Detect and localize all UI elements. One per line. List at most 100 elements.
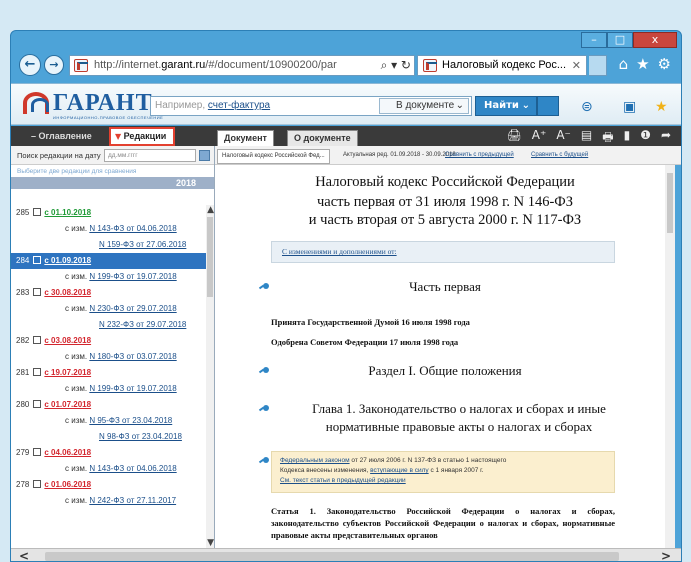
browser-tab-active[interactable]: Налоговый кодекс Рос... ✕ xyxy=(417,55,587,76)
change-link[interactable]: N 159-ФЗ от 27.06.2018 xyxy=(99,240,186,249)
edition-checkbox[interactable] xyxy=(33,480,42,488)
find-button[interactable]: Найти ⌄ xyxy=(475,96,537,116)
edition-number: 282 xyxy=(16,336,30,345)
find-chevron-icon: ⌄ xyxy=(521,100,530,111)
close-window-button[interactable]: x xyxy=(633,32,677,48)
edition-change: с изм. N 143-ФЗ от 04.06.2018 xyxy=(11,461,207,477)
edition-item[interactable]: 285 с 01.10.2018 xyxy=(11,205,207,221)
tab-document[interactable]: Документ xyxy=(217,130,274,146)
edition-checkbox[interactable] xyxy=(33,208,42,216)
chat-icon[interactable]: ▣ xyxy=(623,99,636,115)
logo-text: ГАРАНТ xyxy=(53,90,153,116)
edition-date[interactable]: с 01.07.2018 xyxy=(44,400,91,409)
change-link[interactable]: N 199-ФЗ от 19.07.2018 xyxy=(89,384,176,393)
subtab-document-name[interactable]: Налоговый кодекс Российской Фед... xyxy=(217,149,330,164)
edition-item-selected[interactable]: 284 с 01.09.2018 xyxy=(11,253,207,269)
favorite-star-icon[interactable]: ★ xyxy=(655,99,668,115)
minimize-button[interactable]: – xyxy=(581,32,607,48)
edition-date[interactable]: с 03.08.2018 xyxy=(44,336,91,345)
approved-text: Одобрена Советом Федерации 17 июля 1998 … xyxy=(271,337,459,347)
forward-button[interactable]: → xyxy=(44,55,64,75)
edition-date[interactable]: с 01.09.2018 xyxy=(44,256,91,265)
edition-date[interactable]: с 01.06.2018 xyxy=(44,480,91,489)
document-scrollbar[interactable] xyxy=(665,165,675,548)
settings-gear-icon[interactable]: ⚙ xyxy=(658,55,671,73)
note-previous-edition-link[interactable]: См. текст статьи в предыдущей редакции xyxy=(280,477,406,484)
change-link[interactable]: N 143-ФЗ от 04.06.2018 xyxy=(89,464,176,473)
edition-change: с изм. N 242-ФЗ от 27.11.2017 xyxy=(11,493,207,509)
change-link[interactable]: N 232-ФЗ от 29.07.2018 xyxy=(99,320,186,329)
document-scroll-thumb[interactable] xyxy=(667,173,673,233)
note-text: Кодекса внесены изменения, xyxy=(280,467,371,474)
change-link[interactable]: N 143-ФЗ от 04.06.2018 xyxy=(89,224,176,233)
home-icon[interactable]: ⌂ xyxy=(619,55,629,73)
window-controls: – □ x xyxy=(581,32,677,48)
date-input[interactable]: дд.мм.гггг xyxy=(104,149,196,162)
scroll-right-icon[interactable]: > xyxy=(661,549,671,561)
changes-link[interactable]: С изменениями и дополнениями от: xyxy=(271,241,615,263)
close-tab-icon[interactable]: ✕ xyxy=(572,56,581,75)
edition-checkbox[interactable] xyxy=(33,368,42,376)
tab-overview[interactable]: – Оглавление xyxy=(31,129,92,145)
edition-item[interactable]: 281 с 19.07.2018 xyxy=(11,365,207,381)
editions-scroll-thumb[interactable] xyxy=(207,217,213,297)
search-placeholder: Например, xyxy=(155,100,208,111)
doc-title-line-2: часть первая от 31 июля 1998 г. N 146-ФЗ xyxy=(316,194,574,210)
edition-change: N 232-ФЗ от 29.07.2018 xyxy=(11,317,207,333)
edition-date[interactable]: с 04.06.2018 xyxy=(44,448,91,457)
note-text: от 27 июля 2006 г. N 137-ФЗ в статью 1 н… xyxy=(349,457,507,464)
maximize-button[interactable]: □ xyxy=(607,32,633,48)
note-effect-link[interactable]: вступающие в силу xyxy=(370,467,429,474)
edition-item[interactable]: 282 с 03.08.2018 xyxy=(11,333,207,349)
edition-item[interactable]: 279 с 04.06.2018 xyxy=(11,445,207,461)
compare-previous-link[interactable]: Сравнить с предыдущей xyxy=(441,149,518,164)
editions-panel: Поиск редакции на дату дд.мм.гггг Выбери… xyxy=(11,146,215,548)
note-law-link[interactable]: Федеральным законом xyxy=(280,457,350,464)
address-bar[interactable]: http://internet.garant.ru/#/document/109… xyxy=(69,55,415,76)
horizontal-scroll-thumb[interactable] xyxy=(45,552,619,561)
garant-favicon-icon xyxy=(74,59,88,72)
scroll-up-icon[interactable]: ▲ xyxy=(207,205,214,215)
horizontal-scrollbar[interactable]: < > xyxy=(11,548,681,561)
search-extra-button[interactable] xyxy=(537,96,559,116)
search-scope-value: В документе xyxy=(396,100,455,111)
tab-editions[interactable]: ▼ Редакции xyxy=(109,127,175,146)
edition-date[interactable]: с 01.10.2018 xyxy=(44,208,91,217)
search-placeholder-link[interactable]: счет-фактура xyxy=(208,100,270,111)
edition-item[interactable]: 278 с 01.06.2018 xyxy=(11,477,207,493)
tab-about-document[interactable]: О документе xyxy=(287,130,358,146)
pin-icon[interactable] xyxy=(263,457,269,463)
editions-scrollbar[interactable]: ▲ ▼ xyxy=(206,205,214,548)
edition-checkbox[interactable] xyxy=(33,400,42,408)
doc-title-line-3: и часть вторая от 5 августа 2000 г. N 11… xyxy=(308,212,582,228)
change-link[interactable]: N 180-ФЗ от 03.07.2018 xyxy=(89,352,176,361)
scroll-left-icon[interactable]: < xyxy=(19,549,29,561)
changes-prefix: с изм. xyxy=(65,464,88,473)
edition-date[interactable]: с 30.08.2018 xyxy=(44,288,91,297)
edition-checkbox[interactable] xyxy=(33,336,42,344)
document-view: Налоговый кодекс Российской Федерации ча… xyxy=(215,165,675,548)
edition-item[interactable]: 280 с 01.07.2018 xyxy=(11,397,207,413)
change-link[interactable]: N 199-ФЗ от 19.07.2018 xyxy=(89,272,176,281)
edition-item[interactable]: 283 с 30.08.2018 xyxy=(11,285,207,301)
edition-checkbox[interactable] xyxy=(33,256,42,264)
back-button[interactable]: ← xyxy=(19,54,41,76)
garant-logo[interactable]: ГАРАНТ ИНФОРМАЦИОННО-ПРАВОВОЕ ОБЕСПЕЧЕНИ… xyxy=(23,88,163,122)
filter-list-icon[interactable]: ⊜ xyxy=(581,99,593,115)
edition-checkbox[interactable] xyxy=(33,448,42,456)
edition-date[interactable]: с 19.07.2018 xyxy=(44,368,91,377)
search-scope-select[interactable]: В документе ⌄ xyxy=(379,98,469,114)
scroll-down-icon[interactable]: ▼ xyxy=(207,538,214,548)
favorites-star-icon[interactable]: ★ xyxy=(636,55,649,73)
calendar-icon[interactable] xyxy=(199,150,210,161)
edition-checkbox[interactable] xyxy=(33,288,42,296)
change-link[interactable]: N 98-ФЗ от 23.04.2018 xyxy=(99,432,182,441)
compare-future-link[interactable]: Сравнить с будущей xyxy=(527,149,592,164)
search-refresh-icon[interactable]: ⌕ ▾ ↻ xyxy=(381,56,411,75)
change-link[interactable]: N 242-ФЗ от 27.11.2017 xyxy=(89,496,176,505)
change-link[interactable]: N 95-ФЗ от 23.04.2018 xyxy=(89,416,172,425)
change-link[interactable]: N 230-ФЗ от 29.07.2018 xyxy=(89,304,176,313)
search-input[interactable]: Например, счет-фактура В документе ⌄ xyxy=(150,96,472,116)
url-prefix: http://internet. xyxy=(94,59,162,71)
new-tab-button[interactable] xyxy=(589,55,607,76)
